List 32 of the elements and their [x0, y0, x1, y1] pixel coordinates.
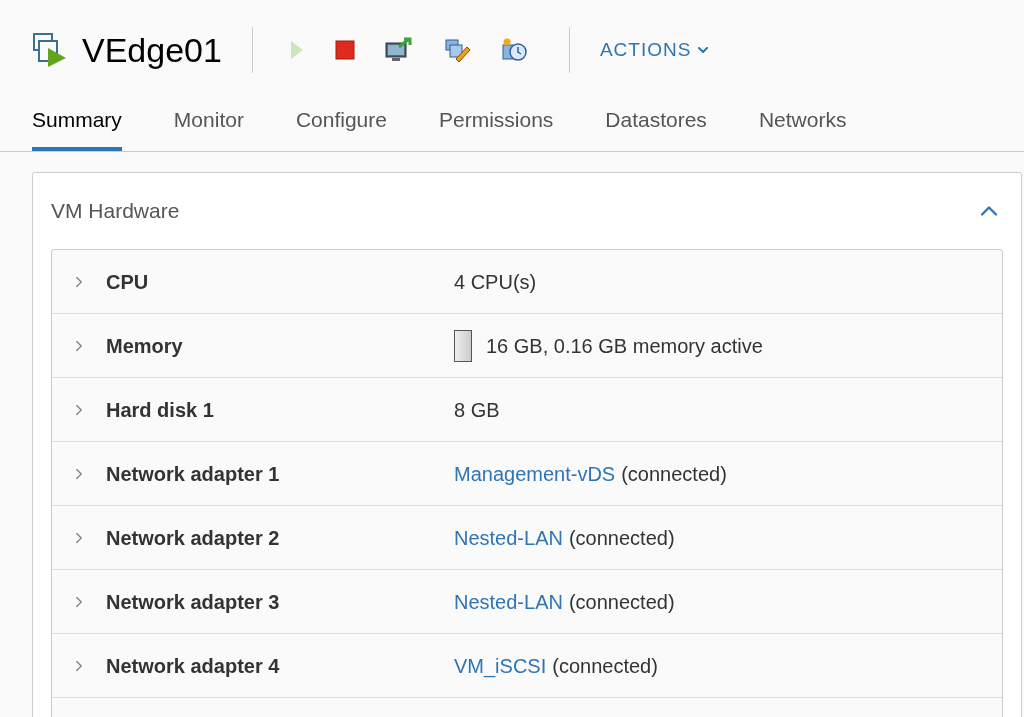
row-label: Memory	[106, 333, 184, 359]
tab[interactable]: Configure	[295, 100, 387, 151]
network-link[interactable]: Nested-LAN	[454, 586, 563, 617]
row-label: Hard disk 1	[106, 397, 215, 423]
edit-icon[interactable]	[442, 37, 471, 63]
tab[interactable]: Summary	[32, 100, 122, 151]
network-link[interactable]: Nested-LAN	[454, 522, 563, 553]
stop-icon[interactable]	[334, 40, 355, 60]
tab[interactable]: Datastores	[605, 100, 707, 151]
clock-icon[interactable]	[500, 37, 529, 63]
row-value: (connected)	[568, 589, 675, 615]
tab[interactable]: Networks	[758, 100, 847, 151]
row-value: (connected)	[568, 525, 675, 551]
actions-menu-button[interactable]: ACTIONS	[599, 35, 712, 65]
vm-title: VEdge01	[82, 29, 222, 71]
row-label: Network adapter 3	[106, 589, 281, 615]
monitor-icon[interactable]	[384, 37, 413, 63]
tab[interactable]: Monitor	[173, 100, 244, 151]
network-link[interactable]: VM_iSCSI	[454, 650, 547, 681]
row-label: Network adapter 2	[106, 525, 281, 551]
row-value: (connected)	[552, 653, 658, 679]
row-value: 8 GB	[454, 397, 500, 423]
network-link[interactable]: Management-vDS	[454, 458, 616, 489]
row-label: CPU	[106, 269, 150, 295]
row-label: Network adapter 4	[106, 653, 281, 679]
tab[interactable]: Permissions	[438, 100, 554, 151]
row-label: Network adapter 1	[106, 461, 281, 487]
row-value: 16 GB, 0.16 GB memory active	[486, 333, 763, 359]
vm-icon	[32, 32, 68, 68]
row-value: (connected)	[621, 461, 727, 487]
panel-title: VM Hardware	[51, 198, 180, 225]
row-value: 4 CPU(s)	[454, 269, 537, 295]
